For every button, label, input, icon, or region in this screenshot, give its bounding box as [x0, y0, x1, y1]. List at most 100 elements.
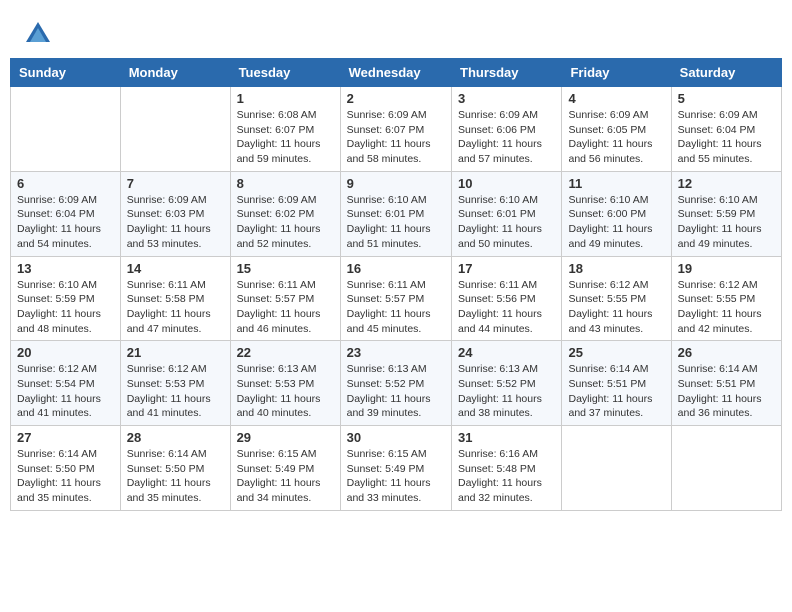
- day-number: 21: [127, 345, 224, 360]
- day-number: 27: [17, 430, 114, 445]
- day-number: 22: [237, 345, 334, 360]
- sunrise-text: Sunrise: 6:10 AM: [17, 279, 97, 291]
- sunset-text: Sunset: 6:01 PM: [458, 208, 536, 220]
- calendar-cell: 5 Sunrise: 6:09 AM Sunset: 6:04 PM Dayli…: [671, 87, 781, 172]
- daylight-text: Daylight: 11 hours and 49 minutes.: [678, 223, 762, 250]
- day-number: 17: [458, 261, 555, 276]
- daylight-text: Daylight: 11 hours and 54 minutes.: [17, 223, 101, 250]
- weekday-header-wednesday: Wednesday: [340, 59, 451, 87]
- sunset-text: Sunset: 5:51 PM: [678, 378, 756, 390]
- daylight-text: Daylight: 11 hours and 44 minutes.: [458, 308, 542, 335]
- sunset-text: Sunset: 5:57 PM: [347, 293, 425, 305]
- cell-content: Sunrise: 6:10 AM Sunset: 5:59 PM Dayligh…: [678, 193, 775, 252]
- sunset-text: Sunset: 5:50 PM: [17, 463, 95, 475]
- sunset-text: Sunset: 5:53 PM: [237, 378, 315, 390]
- calendar-cell: [120, 87, 230, 172]
- sunrise-text: Sunrise: 6:09 AM: [678, 109, 758, 121]
- sunset-text: Sunset: 5:59 PM: [17, 293, 95, 305]
- sunset-text: Sunset: 6:06 PM: [458, 124, 536, 136]
- sunrise-text: Sunrise: 6:09 AM: [237, 194, 317, 206]
- calendar-cell: 16 Sunrise: 6:11 AM Sunset: 5:57 PM Dayl…: [340, 256, 451, 341]
- calendar-cell: 26 Sunrise: 6:14 AM Sunset: 5:51 PM Dayl…: [671, 341, 781, 426]
- cell-content: Sunrise: 6:10 AM Sunset: 6:00 PM Dayligh…: [568, 193, 664, 252]
- sunrise-text: Sunrise: 6:15 AM: [237, 448, 317, 460]
- daylight-text: Daylight: 11 hours and 59 minutes.: [237, 138, 321, 165]
- sunrise-text: Sunrise: 6:13 AM: [237, 363, 317, 375]
- daylight-text: Daylight: 11 hours and 50 minutes.: [458, 223, 542, 250]
- calendar-cell: [562, 426, 671, 511]
- sunrise-text: Sunrise: 6:12 AM: [678, 279, 758, 291]
- calendar-cell: 4 Sunrise: 6:09 AM Sunset: 6:05 PM Dayli…: [562, 87, 671, 172]
- day-number: 3: [458, 91, 555, 106]
- daylight-text: Daylight: 11 hours and 48 minutes.: [17, 308, 101, 335]
- cell-content: Sunrise: 6:11 AM Sunset: 5:57 PM Dayligh…: [237, 278, 334, 337]
- sunset-text: Sunset: 5:52 PM: [458, 378, 536, 390]
- sunset-text: Sunset: 5:56 PM: [458, 293, 536, 305]
- day-number: 1: [237, 91, 334, 106]
- cell-content: Sunrise: 6:13 AM Sunset: 5:52 PM Dayligh…: [347, 362, 445, 421]
- sunset-text: Sunset: 6:04 PM: [17, 208, 95, 220]
- day-number: 26: [678, 345, 775, 360]
- sunrise-text: Sunrise: 6:11 AM: [347, 279, 426, 291]
- calendar-cell: 8 Sunrise: 6:09 AM Sunset: 6:02 PM Dayli…: [230, 171, 340, 256]
- day-number: 30: [347, 430, 445, 445]
- calendar-cell: 10 Sunrise: 6:10 AM Sunset: 6:01 PM Dayl…: [452, 171, 562, 256]
- cell-content: Sunrise: 6:11 AM Sunset: 5:58 PM Dayligh…: [127, 278, 224, 337]
- day-number: 10: [458, 176, 555, 191]
- sunrise-text: Sunrise: 6:09 AM: [568, 109, 648, 121]
- day-number: 24: [458, 345, 555, 360]
- calendar-cell: 30 Sunrise: 6:15 AM Sunset: 5:49 PM Dayl…: [340, 426, 451, 511]
- sunrise-text: Sunrise: 6:16 AM: [458, 448, 538, 460]
- sunrise-text: Sunrise: 6:10 AM: [678, 194, 758, 206]
- cell-content: Sunrise: 6:10 AM Sunset: 6:01 PM Dayligh…: [347, 193, 445, 252]
- sunset-text: Sunset: 5:55 PM: [678, 293, 756, 305]
- calendar-cell: 1 Sunrise: 6:08 AM Sunset: 6:07 PM Dayli…: [230, 87, 340, 172]
- daylight-text: Daylight: 11 hours and 45 minutes.: [347, 308, 431, 335]
- calendar-cell: 14 Sunrise: 6:11 AM Sunset: 5:58 PM Dayl…: [120, 256, 230, 341]
- sunset-text: Sunset: 6:00 PM: [568, 208, 646, 220]
- daylight-text: Daylight: 11 hours and 41 minutes.: [127, 393, 211, 420]
- day-number: 25: [568, 345, 664, 360]
- daylight-text: Daylight: 11 hours and 52 minutes.: [237, 223, 321, 250]
- cell-content: Sunrise: 6:14 AM Sunset: 5:51 PM Dayligh…: [678, 362, 775, 421]
- calendar-cell: 3 Sunrise: 6:09 AM Sunset: 6:06 PM Dayli…: [452, 87, 562, 172]
- sunrise-text: Sunrise: 6:13 AM: [347, 363, 427, 375]
- daylight-text: Daylight: 11 hours and 57 minutes.: [458, 138, 542, 165]
- day-number: 29: [237, 430, 334, 445]
- sunrise-text: Sunrise: 6:09 AM: [347, 109, 427, 121]
- cell-content: Sunrise: 6:11 AM Sunset: 5:57 PM Dayligh…: [347, 278, 445, 337]
- sunset-text: Sunset: 5:54 PM: [17, 378, 95, 390]
- daylight-text: Daylight: 11 hours and 37 minutes.: [568, 393, 652, 420]
- daylight-text: Daylight: 11 hours and 42 minutes.: [678, 308, 762, 335]
- sunrise-text: Sunrise: 6:11 AM: [127, 279, 206, 291]
- sunset-text: Sunset: 6:07 PM: [237, 124, 315, 136]
- day-number: 23: [347, 345, 445, 360]
- cell-content: Sunrise: 6:09 AM Sunset: 6:04 PM Dayligh…: [678, 108, 775, 167]
- calendar-table: SundayMondayTuesdayWednesdayThursdayFrid…: [10, 58, 782, 511]
- sunset-text: Sunset: 6:05 PM: [568, 124, 646, 136]
- daylight-text: Daylight: 11 hours and 35 minutes.: [17, 477, 101, 504]
- calendar-cell: 20 Sunrise: 6:12 AM Sunset: 5:54 PM Dayl…: [11, 341, 121, 426]
- weekday-header-monday: Monday: [120, 59, 230, 87]
- cell-content: Sunrise: 6:11 AM Sunset: 5:56 PM Dayligh…: [458, 278, 555, 337]
- sunrise-text: Sunrise: 6:08 AM: [237, 109, 317, 121]
- day-number: 4: [568, 91, 664, 106]
- cell-content: Sunrise: 6:15 AM Sunset: 5:49 PM Dayligh…: [237, 447, 334, 506]
- calendar-week-row: 13 Sunrise: 6:10 AM Sunset: 5:59 PM Dayl…: [11, 256, 782, 341]
- sunset-text: Sunset: 5:49 PM: [347, 463, 425, 475]
- cell-content: Sunrise: 6:08 AM Sunset: 6:07 PM Dayligh…: [237, 108, 334, 167]
- calendar-cell: 31 Sunrise: 6:16 AM Sunset: 5:48 PM Dayl…: [452, 426, 562, 511]
- day-number: 9: [347, 176, 445, 191]
- sunrise-text: Sunrise: 6:09 AM: [458, 109, 538, 121]
- weekday-header-row: SundayMondayTuesdayWednesdayThursdayFrid…: [11, 59, 782, 87]
- calendar-cell: 25 Sunrise: 6:14 AM Sunset: 5:51 PM Dayl…: [562, 341, 671, 426]
- daylight-text: Daylight: 11 hours and 47 minutes.: [127, 308, 211, 335]
- calendar-cell: 22 Sunrise: 6:13 AM Sunset: 5:53 PM Dayl…: [230, 341, 340, 426]
- sunrise-text: Sunrise: 6:09 AM: [17, 194, 97, 206]
- weekday-header-sunday: Sunday: [11, 59, 121, 87]
- sunset-text: Sunset: 5:57 PM: [237, 293, 315, 305]
- cell-content: Sunrise: 6:09 AM Sunset: 6:06 PM Dayligh…: [458, 108, 555, 167]
- cell-content: Sunrise: 6:12 AM Sunset: 5:54 PM Dayligh…: [17, 362, 114, 421]
- calendar-week-row: 27 Sunrise: 6:14 AM Sunset: 5:50 PM Dayl…: [11, 426, 782, 511]
- logo-icon: [24, 20, 52, 48]
